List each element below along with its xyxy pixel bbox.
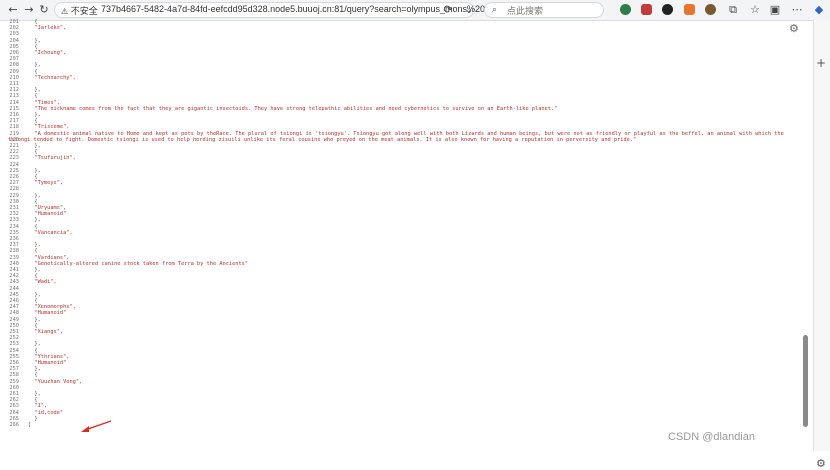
search-input[interactable]: ⌕ 点此搜索 [484, 2, 604, 18]
copilot-icon[interactable]: ◆ [812, 3, 826, 17]
code-text: "Genetically-altered canine stock taken … [28, 260, 249, 267]
more-menu-icon[interactable]: ⋯ [790, 3, 804, 17]
extension-icon-fox[interactable] [684, 4, 695, 15]
sidebar-settings-icon[interactable]: ⚙ [816, 457, 826, 470]
security-warning[interactable]: ⚠ 不安全 [61, 4, 98, 17]
code-text: "Vancancia", [28, 229, 73, 236]
search-placeholder: 点此搜索 [507, 6, 544, 16]
page-refresh-icon[interactable]: ⟳ [441, 3, 455, 17]
code-text: "Technarchy", [28, 74, 76, 81]
extension-icon-brown[interactable] [705, 4, 716, 15]
extensions-puzzle-icon[interactable]: ⧉ [726, 3, 740, 17]
forward-icon[interactable]: → [22, 3, 36, 17]
dropdown-chevron-icon[interactable]: ⌄ [462, 3, 476, 17]
add-icon[interactable]: + [816, 56, 826, 70]
vertical-scrollbar-thumb[interactable] [803, 335, 808, 427]
search-icon: ⌕ [492, 5, 498, 15]
code-text: "Jarleks", [28, 25, 67, 32]
warning-icon: ⚠ [61, 7, 69, 16]
extension-icon-green[interactable] [620, 4, 631, 15]
annotation-arrow-head [81, 426, 89, 432]
code-text: "Yuuzhan Vong", [28, 378, 83, 385]
code-text: "Xiangs", [28, 329, 64, 335]
annotation-arrow [81, 420, 112, 432]
browser-sidebar: + ⚙ [813, 20, 830, 470]
code-text: "Ichoung", [28, 50, 67, 56]
code-text: "Tsufurujin", [28, 155, 76, 162]
collections-icon[interactable]: ▣ [768, 3, 782, 17]
browser-toolbar: ← → ↻ ⚠ 不安全 737b4667-5482-4a7d-84fd-eefc… [0, 0, 830, 21]
csdn-watermark: CSDN @dlandian [668, 431, 755, 443]
code-text: "The nickname comes from the fact that t… [28, 105, 558, 112]
address-bar[interactable]: ⚠ 不安全 737b4667-5482-4a7d-84fd-eefcdd95d3… [54, 2, 544, 18]
back-icon[interactable]: ← [6, 3, 20, 17]
favorites-icon[interactable]: ☆ [748, 3, 762, 17]
url-text[interactable]: 737b4667-5482-4a7d-84fd-eefcdd95d328.nod… [101, 4, 544, 14]
extension-icon-dark[interactable] [662, 4, 673, 15]
line-number: 266 [9, 422, 19, 428]
reload-icon[interactable]: ↻ [37, 3, 51, 17]
code-text: ] [28, 422, 32, 428]
code-text: "Wadi", [28, 279, 57, 286]
code-text: tsiongi tended to fight. Domestic tsiong… [8, 136, 637, 143]
view-settings-icon[interactable]: ⚙ [789, 22, 799, 35]
extension-icon-red[interactable] [641, 4, 652, 15]
code-text: "Tymeys", [28, 180, 64, 187]
